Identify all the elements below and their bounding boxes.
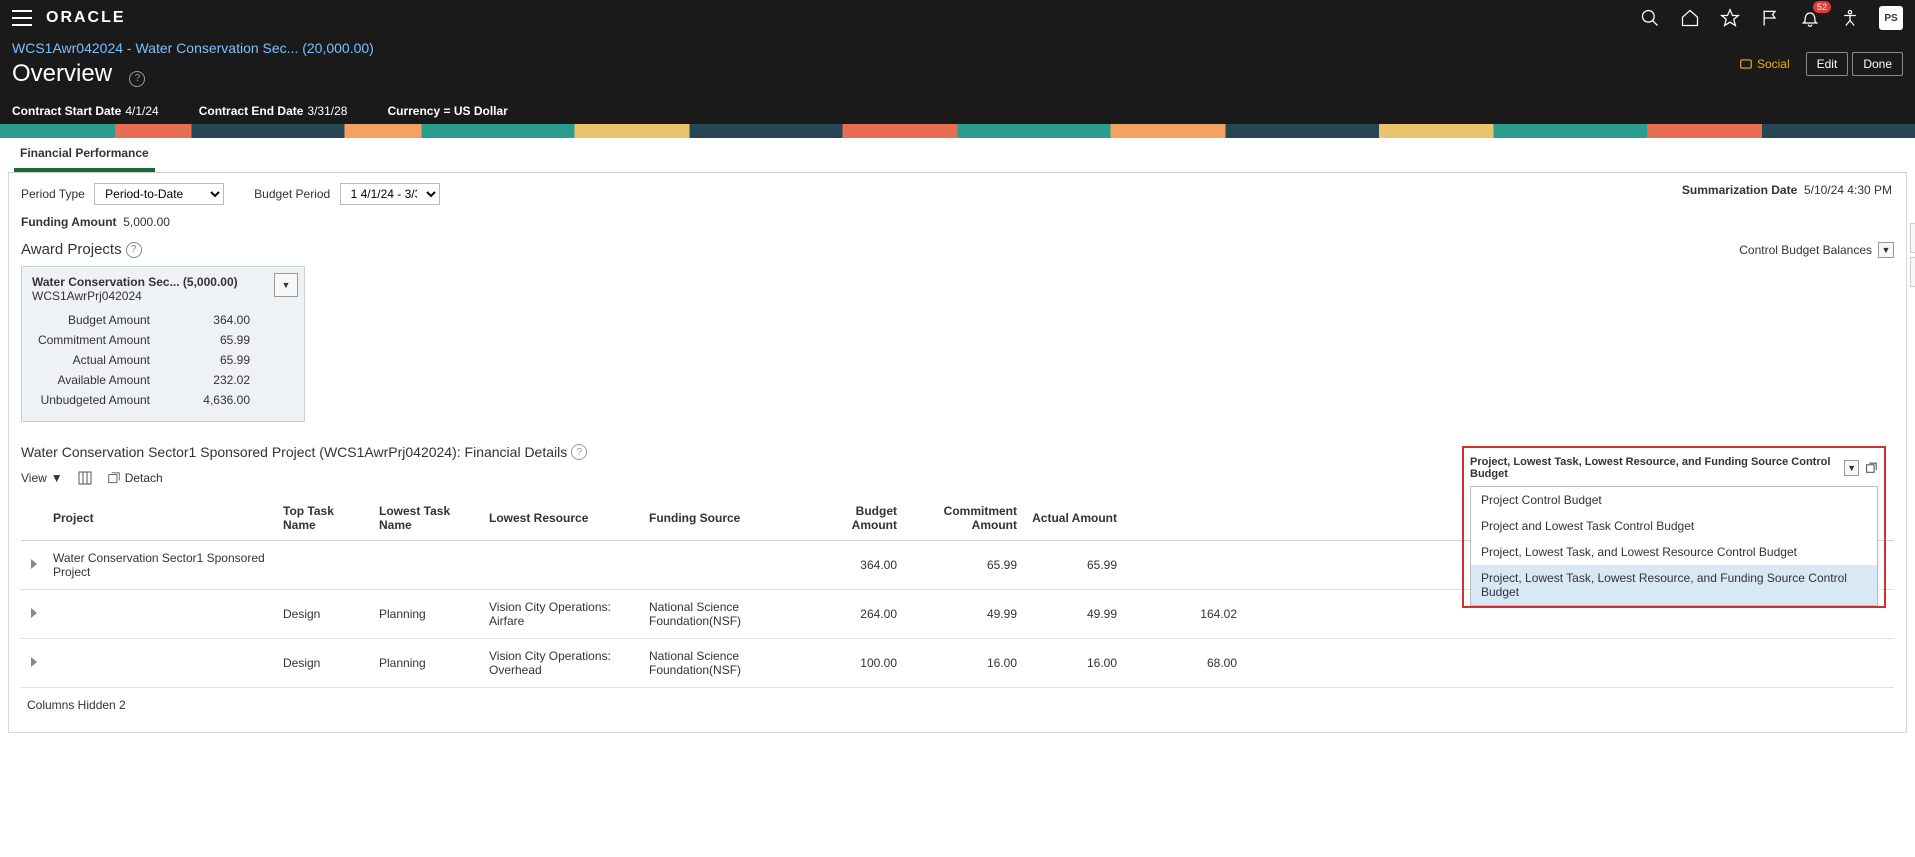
hamburger-menu-icon[interactable] [12, 10, 32, 26]
available-amount-label: Available Amount [32, 373, 168, 387]
available-amount-value: 232.02 [168, 373, 294, 387]
dropdown-option[interactable]: Project, Lowest Task, and Lowest Resourc… [1471, 539, 1877, 565]
col-funding-source[interactable]: Funding Source [643, 496, 803, 541]
contract-start-label: Contract Start Date [12, 104, 121, 118]
dropdown-option[interactable]: Project and Lowest Task Control Budget [1471, 513, 1877, 539]
expand-icon[interactable] [31, 657, 37, 667]
user-avatar[interactable]: PS [1879, 6, 1903, 30]
contract-end-label: Contract End Date [199, 104, 304, 118]
table-row[interactable]: Design Planning Vision City Operations: … [21, 639, 1894, 688]
expand-icon[interactable] [31, 608, 37, 618]
detach-label: Detach [125, 471, 163, 485]
highlight-annotation: Project, Lowest Task, Lowest Resource, a… [1462, 446, 1886, 608]
col-top-task[interactable]: Top Task Name [277, 496, 373, 541]
page-title: Overview [12, 60, 112, 88]
done-button[interactable]: Done [1852, 52, 1903, 76]
accessibility-icon[interactable] [1839, 7, 1861, 29]
dropdown-option-selected[interactable]: Project, Lowest Task, Lowest Resource, a… [1471, 565, 1877, 605]
currency-label: Currency = US Dollar [387, 104, 507, 118]
bell-icon[interactable]: 52 [1799, 7, 1821, 29]
side-tab-list-icon[interactable] [1910, 223, 1915, 253]
star-icon[interactable] [1719, 7, 1741, 29]
budget-amount-label: Budget Amount [32, 313, 168, 327]
social-link[interactable]: Social [1739, 57, 1790, 71]
commitment-amount-value: 65.99 [168, 333, 294, 347]
home-icon[interactable] [1679, 7, 1701, 29]
budget-period-label: Budget Period [254, 187, 330, 201]
dropdown-option[interactable]: Project Control Budget [1471, 487, 1877, 513]
help-icon[interactable]: ? [571, 444, 587, 460]
period-type-select[interactable]: Period-to-Date [94, 183, 224, 205]
control-budget-dropdown-icon[interactable]: ▼ [1878, 242, 1894, 258]
award-breadcrumb-link[interactable]: WCS1Awr042024 - Water Conservation Sec..… [12, 40, 374, 56]
control-budget-dropdown[interactable]: Project Control Budget Project and Lowes… [1470, 486, 1878, 606]
project-card-dropdown-icon[interactable]: ▼ [274, 273, 298, 297]
col-commitment[interactable]: Commitment Amount [903, 496, 1023, 541]
detach-button[interactable]: Detach [107, 471, 163, 485]
help-icon[interactable]: ? [126, 242, 142, 258]
period-type-label: Period Type [21, 187, 85, 201]
side-tab-chart-icon[interactable] [1910, 257, 1915, 287]
col-project[interactable]: Project [47, 496, 277, 541]
help-icon[interactable]: ? [129, 71, 145, 87]
project-card[interactable]: ▼ Water Conservation Sec... (5,000.00) W… [21, 266, 305, 422]
project-card-id: WCS1AwrPrj042024 [32, 289, 294, 303]
tab-financial-performance[interactable]: Financial Performance [14, 138, 155, 172]
col-actual[interactable]: Actual Amount [1023, 496, 1123, 541]
decorative-banner [0, 124, 1915, 138]
flag-icon[interactable] [1759, 7, 1781, 29]
col-lowest-resource[interactable]: Lowest Resource [483, 496, 643, 541]
control-budget-balances-link[interactable]: Control Budget Balances [1739, 243, 1872, 257]
view-menu-button[interactable]: View ▼ [21, 471, 63, 485]
oracle-logo: ORACLE [46, 9, 126, 27]
project-card-title: Water Conservation Sec... (5,000.00) [32, 275, 294, 289]
budget-amount-value: 364.00 [168, 313, 294, 327]
actual-amount-value: 65.99 [168, 353, 294, 367]
commitment-amount-label: Commitment Amount [32, 333, 168, 347]
contract-start-value: 4/1/24 [125, 104, 158, 118]
control-budget-select-label: Project, Lowest Task, Lowest Resource, a… [1470, 456, 1838, 480]
expand-icon[interactable] [31, 559, 37, 569]
col-budget[interactable]: Budget Amount [803, 496, 903, 541]
budget-period-select[interactable]: 1 4/1/24 - 3/31/25 [340, 183, 440, 205]
edit-button[interactable]: Edit [1806, 52, 1849, 76]
contract-end-value: 3/31/28 [307, 104, 347, 118]
financial-details-heading: Water Conservation Sector1 Sponsored Pro… [21, 444, 567, 460]
funding-amount-value: 5,000.00 [123, 215, 170, 229]
unbudgeted-amount-value: 4,636.00 [168, 393, 294, 407]
search-icon[interactable] [1639, 7, 1661, 29]
summarization-date-value: 5/10/24 4:30 PM [1804, 183, 1892, 197]
col-lowest-task[interactable]: Lowest Task Name [373, 496, 483, 541]
detach-icon[interactable] [1865, 461, 1878, 475]
control-budget-select-caret-icon[interactable]: ▼ [1844, 460, 1859, 476]
actual-amount-label: Actual Amount [32, 353, 168, 367]
summarization-date-label: Summarization Date [1682, 183, 1797, 197]
award-projects-heading: Award Projects [21, 241, 122, 258]
funding-amount-label: Funding Amount [21, 215, 117, 229]
unbudgeted-amount-label: Unbudgeted Amount [32, 393, 168, 407]
freeze-columns-icon[interactable] [77, 470, 93, 486]
notification-badge: 52 [1813, 1, 1831, 13]
social-label: Social [1757, 57, 1790, 71]
columns-hidden-label: Columns Hidden 2 [21, 688, 1894, 722]
